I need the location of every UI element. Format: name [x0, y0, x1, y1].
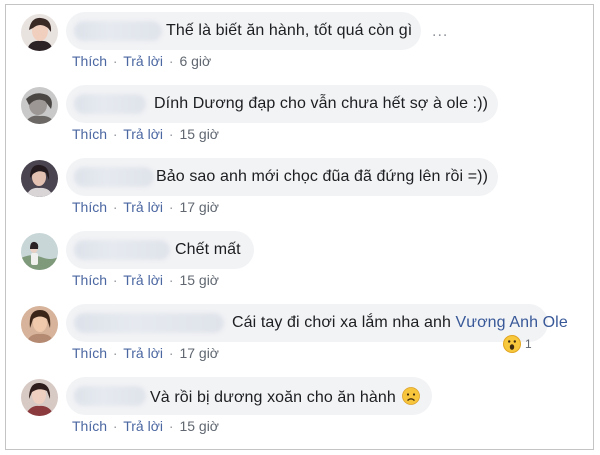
like-link[interactable]: Thích — [72, 126, 107, 142]
more-options-icon[interactable]: ... — [432, 23, 448, 41]
comment-actions: Thích · Trả lời · 15 giờ — [72, 418, 219, 434]
comment-bubble: Thế là biết ăn hành, tốt quá còn gì — [66, 12, 421, 50]
reply-link[interactable]: Trả lời — [123, 126, 163, 142]
like-link[interactable]: Thích — [72, 418, 107, 434]
comment-time[interactable]: 17 giờ — [179, 199, 219, 215]
commenter-name[interactable] — [74, 94, 146, 114]
reply-link[interactable]: Trả lời — [123, 345, 163, 361]
comment-text: Chết mất — [175, 241, 241, 258]
comment-text: Bảo sao anh mới chọc đũa đã đứng lên rồi… — [156, 168, 489, 185]
comment-actions: Thích · Trả lời · 17 giờ — [72, 199, 219, 215]
comment-bubble: Và rồi bị dương xoăn cho ăn hành — [66, 377, 432, 415]
wow-emoji-icon — [503, 335, 521, 353]
commenter-name[interactable] — [74, 240, 170, 260]
comment-bubble: Chết mất — [66, 231, 254, 269]
avatar[interactable] — [21, 160, 58, 197]
commenter-name[interactable] — [74, 21, 162, 41]
comment-bubble: Cái tay đi chơi xa lắm nha anh Vương Anh… — [66, 304, 568, 342]
commenter-name[interactable] — [74, 313, 224, 333]
reply-link[interactable]: Trả lời — [123, 53, 163, 69]
comment-time[interactable]: 15 giờ — [179, 126, 219, 142]
commenter-name[interactable] — [74, 386, 146, 406]
reply-link[interactable]: Trả lời — [123, 272, 163, 288]
comment-time[interactable]: 6 giờ — [179, 53, 211, 69]
mention-link[interactable]: Vương Anh Ole — [455, 314, 567, 331]
avatar[interactable] — [21, 379, 58, 416]
comment-time[interactable]: 17 giờ — [179, 345, 219, 361]
comment-actions: Thích · Trả lời · 15 giờ — [72, 126, 219, 142]
like-link[interactable]: Thích — [72, 199, 107, 215]
comments-panel: Thế là biết ăn hành, tốt quá còn gì ... … — [5, 4, 594, 450]
avatar[interactable] — [21, 306, 58, 343]
comment-actions: Thích · Trả lời · 15 giờ — [72, 272, 219, 288]
avatar[interactable] — [21, 87, 58, 124]
sad-face-emoji-icon — [402, 387, 421, 405]
like-link[interactable]: Thích — [72, 53, 107, 69]
comment-bubble: Dính Dương đạp cho vẫn chưa hết sợ à ole… — [66, 85, 498, 123]
comment-text: Thế là biết ăn hành, tốt quá còn gì — [166, 22, 413, 39]
reaction-badge[interactable]: 1 — [503, 334, 532, 354]
reply-link[interactable]: Trả lời — [123, 199, 163, 215]
comment-text: Cái tay đi chơi xa lắm nha anh Vương Anh… — [232, 314, 568, 331]
comment-time[interactable]: 15 giờ — [179, 272, 219, 288]
commenter-name[interactable] — [74, 167, 154, 187]
reaction-count: 1 — [525, 337, 532, 351]
comment-bubble: Bảo sao anh mới chọc đũa đã đứng lên rồi… — [66, 158, 498, 196]
like-link[interactable]: Thích — [72, 272, 107, 288]
reply-link[interactable]: Trả lời — [123, 418, 163, 434]
avatar[interactable] — [21, 14, 58, 51]
comment-text: Và rồi bị dương xoăn cho ăn hành — [150, 387, 421, 407]
comment-time[interactable]: 15 giờ — [179, 418, 219, 434]
comment-text: Dính Dương đạp cho vẫn chưa hết sợ à ole… — [154, 95, 489, 112]
comment-actions: Thích · Trả lời · 6 giờ — [72, 53, 212, 69]
like-link[interactable]: Thích — [72, 345, 107, 361]
avatar[interactable] — [21, 233, 58, 270]
comment-actions: Thích · Trả lời · 17 giờ — [72, 345, 219, 361]
